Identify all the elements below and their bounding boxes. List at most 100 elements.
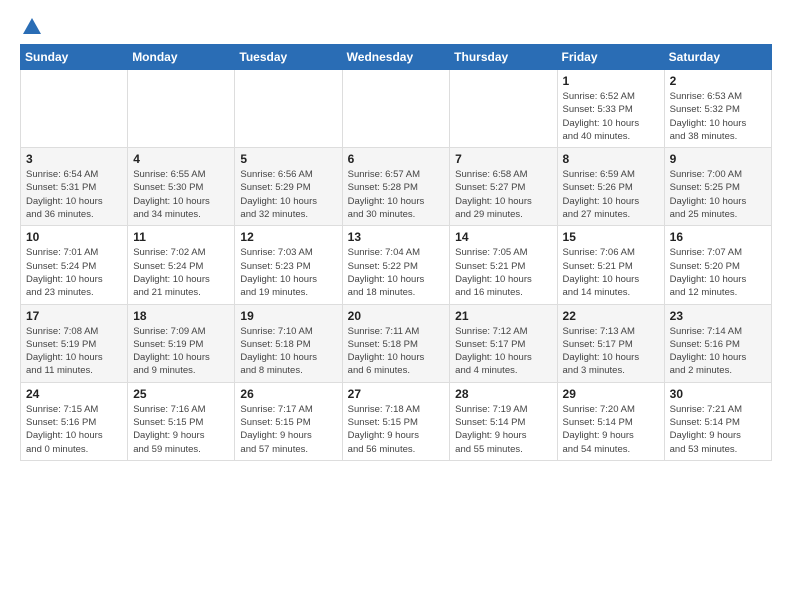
calendar-cell <box>342 70 450 148</box>
day-info: Sunrise: 7:02 AM Sunset: 5:24 PM Dayligh… <box>133 246 229 299</box>
day-number: 26 <box>240 387 336 401</box>
day-info: Sunrise: 7:07 AM Sunset: 5:20 PM Dayligh… <box>670 246 766 299</box>
day-number: 21 <box>455 309 551 323</box>
calendar-cell: 2Sunrise: 6:53 AM Sunset: 5:32 PM Daylig… <box>664 70 771 148</box>
calendar-cell: 9Sunrise: 7:00 AM Sunset: 5:25 PM Daylig… <box>664 148 771 226</box>
calendar-cell: 6 Sunrise: 6:57 AM Sunset: 5:28 PM Daylig… <box>342 148 450 226</box>
calendar-cell <box>21 70 128 148</box>
day-number: 28 <box>455 387 551 401</box>
day-number: 27 <box>348 387 445 401</box>
day-info: Sunrise: 6:57 AM Sunset: 5:28 PM Dayligh… <box>348 168 445 221</box>
day-info: Sunrise: 7:08 AM Sunset: 5:19 PM Dayligh… <box>26 325 122 378</box>
weekday-header-tuesday: Tuesday <box>235 45 342 70</box>
calendar-cell: 25 Sunrise: 7:16 AM Sunset: 5:15 PM Dayli… <box>128 382 235 460</box>
calendar-cell: 21 Sunrise: 7:12 AM Sunset: 5:17 PM Dayli… <box>450 304 557 382</box>
weekday-header-wednesday: Wednesday <box>342 45 450 70</box>
day-number: 6 <box>348 152 445 166</box>
calendar-cell: 29Sunrise: 7:20 AM Sunset: 5:14 PM Dayli… <box>557 382 664 460</box>
day-info: Sunrise: 7:06 AM Sunset: 5:21 PM Dayligh… <box>563 246 659 299</box>
calendar-cell: 20 Sunrise: 7:11 AM Sunset: 5:18 PM Dayli… <box>342 304 450 382</box>
day-info: Sunrise: 7:14 AM Sunset: 5:16 PM Dayligh… <box>670 325 766 378</box>
day-number: 20 <box>348 309 445 323</box>
calendar-cell: 22 Sunrise: 7:13 AM Sunset: 5:17 PM Dayli… <box>557 304 664 382</box>
day-number: 4 <box>133 152 229 166</box>
calendar-cell: 1 Sunrise: 6:52 AM Sunset: 5:33 PM Daylig… <box>557 70 664 148</box>
day-info: Sunrise: 7:01 AM Sunset: 5:24 PM Dayligh… <box>26 246 122 299</box>
calendar-cell: 27 Sunrise: 7:18 AM Sunset: 5:15 PM Dayli… <box>342 382 450 460</box>
day-number: 14 <box>455 230 551 244</box>
day-number: 22 <box>563 309 659 323</box>
week-row-1: 1 Sunrise: 6:52 AM Sunset: 5:33 PM Daylig… <box>21 70 772 148</box>
calendar-cell: 17Sunrise: 7:08 AM Sunset: 5:19 PM Dayli… <box>21 304 128 382</box>
calendar-cell: 13 Sunrise: 7:04 AM Sunset: 5:22 PM Dayli… <box>342 226 450 304</box>
day-number: 30 <box>670 387 766 401</box>
calendar-cell <box>235 70 342 148</box>
calendar-cell: 14 Sunrise: 7:05 AM Sunset: 5:21 PM Dayli… <box>450 226 557 304</box>
day-info: Sunrise: 7:10 AM Sunset: 5:18 PM Dayligh… <box>240 325 336 378</box>
calendar-cell: 10Sunrise: 7:01 AM Sunset: 5:24 PM Dayli… <box>21 226 128 304</box>
calendar-cell: 26 Sunrise: 7:17 AM Sunset: 5:15 PM Dayli… <box>235 382 342 460</box>
calendar-cell <box>450 70 557 148</box>
day-number: 12 <box>240 230 336 244</box>
day-info: Sunrise: 7:19 AM Sunset: 5:14 PM Dayligh… <box>455 403 551 456</box>
weekday-header-sunday: Sunday <box>21 45 128 70</box>
header <box>20 16 772 38</box>
day-number: 13 <box>348 230 445 244</box>
calendar-cell: 4 Sunrise: 6:55 AM Sunset: 5:30 PM Daylig… <box>128 148 235 226</box>
calendar-cell: 3 Sunrise: 6:54 AM Sunset: 5:31 PM Daylig… <box>21 148 128 226</box>
day-number: 23 <box>670 309 766 323</box>
week-row-2: 3 Sunrise: 6:54 AM Sunset: 5:31 PM Daylig… <box>21 148 772 226</box>
calendar-cell: 28 Sunrise: 7:19 AM Sunset: 5:14 PM Dayli… <box>450 382 557 460</box>
day-info: Sunrise: 7:17 AM Sunset: 5:15 PM Dayligh… <box>240 403 336 456</box>
week-row-5: 24 Sunrise: 7:15 AM Sunset: 5:16 PM Dayli… <box>21 382 772 460</box>
day-number: 25 <box>133 387 229 401</box>
weekday-header-thursday: Thursday <box>450 45 557 70</box>
weekday-header-row: SundayMondayTuesdayWednesdayThursdayFrid… <box>21 45 772 70</box>
day-info: Sunrise: 6:59 AM Sunset: 5:26 PM Dayligh… <box>563 168 659 221</box>
logo <box>20 16 44 38</box>
calendar-cell: 7Sunrise: 6:58 AM Sunset: 5:27 PM Daylig… <box>450 148 557 226</box>
day-number: 3 <box>26 152 122 166</box>
calendar-cell: 18 Sunrise: 7:09 AM Sunset: 5:19 PM Dayli… <box>128 304 235 382</box>
day-info: Sunrise: 6:58 AM Sunset: 5:27 PM Dayligh… <box>455 168 551 221</box>
day-info: Sunrise: 7:13 AM Sunset: 5:17 PM Dayligh… <box>563 325 659 378</box>
day-number: 11 <box>133 230 229 244</box>
day-info: Sunrise: 7:16 AM Sunset: 5:15 PM Dayligh… <box>133 403 229 456</box>
day-info: Sunrise: 7:09 AM Sunset: 5:19 PM Dayligh… <box>133 325 229 378</box>
day-number: 1 <box>563 74 659 88</box>
page: SundayMondayTuesdayWednesdayThursdayFrid… <box>0 0 792 471</box>
day-info: Sunrise: 6:55 AM Sunset: 5:30 PM Dayligh… <box>133 168 229 221</box>
calendar-cell: 12 Sunrise: 7:03 AM Sunset: 5:23 PM Dayli… <box>235 226 342 304</box>
day-number: 15 <box>563 230 659 244</box>
day-info: Sunrise: 7:11 AM Sunset: 5:18 PM Dayligh… <box>348 325 445 378</box>
day-number: 24 <box>26 387 122 401</box>
day-number: 5 <box>240 152 336 166</box>
calendar-cell: 30Sunrise: 7:21 AM Sunset: 5:14 PM Dayli… <box>664 382 771 460</box>
day-number: 18 <box>133 309 229 323</box>
weekday-header-friday: Friday <box>557 45 664 70</box>
calendar-cell: 11 Sunrise: 7:02 AM Sunset: 5:24 PM Dayli… <box>128 226 235 304</box>
day-info: Sunrise: 7:05 AM Sunset: 5:21 PM Dayligh… <box>455 246 551 299</box>
weekday-header-saturday: Saturday <box>664 45 771 70</box>
calendar-cell: 8 Sunrise: 6:59 AM Sunset: 5:26 PM Daylig… <box>557 148 664 226</box>
day-info: Sunrise: 7:18 AM Sunset: 5:15 PM Dayligh… <box>348 403 445 456</box>
day-number: 19 <box>240 309 336 323</box>
day-info: Sunrise: 7:04 AM Sunset: 5:22 PM Dayligh… <box>348 246 445 299</box>
week-row-4: 17Sunrise: 7:08 AM Sunset: 5:19 PM Dayli… <box>21 304 772 382</box>
calendar-cell: 19 Sunrise: 7:10 AM Sunset: 5:18 PM Dayli… <box>235 304 342 382</box>
day-info: Sunrise: 7:12 AM Sunset: 5:17 PM Dayligh… <box>455 325 551 378</box>
calendar-cell <box>128 70 235 148</box>
calendar-cell: 16 Sunrise: 7:07 AM Sunset: 5:20 PM Dayli… <box>664 226 771 304</box>
calendar: SundayMondayTuesdayWednesdayThursdayFrid… <box>20 44 772 461</box>
day-number: 29 <box>563 387 659 401</box>
day-info: Sunrise: 6:54 AM Sunset: 5:31 PM Dayligh… <box>26 168 122 221</box>
day-info: Sunrise: 7:15 AM Sunset: 5:16 PM Dayligh… <box>26 403 122 456</box>
day-number: 9 <box>670 152 766 166</box>
day-info: Sunrise: 6:56 AM Sunset: 5:29 PM Dayligh… <box>240 168 336 221</box>
calendar-cell: 24 Sunrise: 7:15 AM Sunset: 5:16 PM Dayli… <box>21 382 128 460</box>
logo-icon <box>21 16 43 38</box>
day-info: Sunrise: 6:52 AM Sunset: 5:33 PM Dayligh… <box>563 90 659 143</box>
day-info: Sunrise: 7:03 AM Sunset: 5:23 PM Dayligh… <box>240 246 336 299</box>
day-number: 16 <box>670 230 766 244</box>
day-number: 8 <box>563 152 659 166</box>
